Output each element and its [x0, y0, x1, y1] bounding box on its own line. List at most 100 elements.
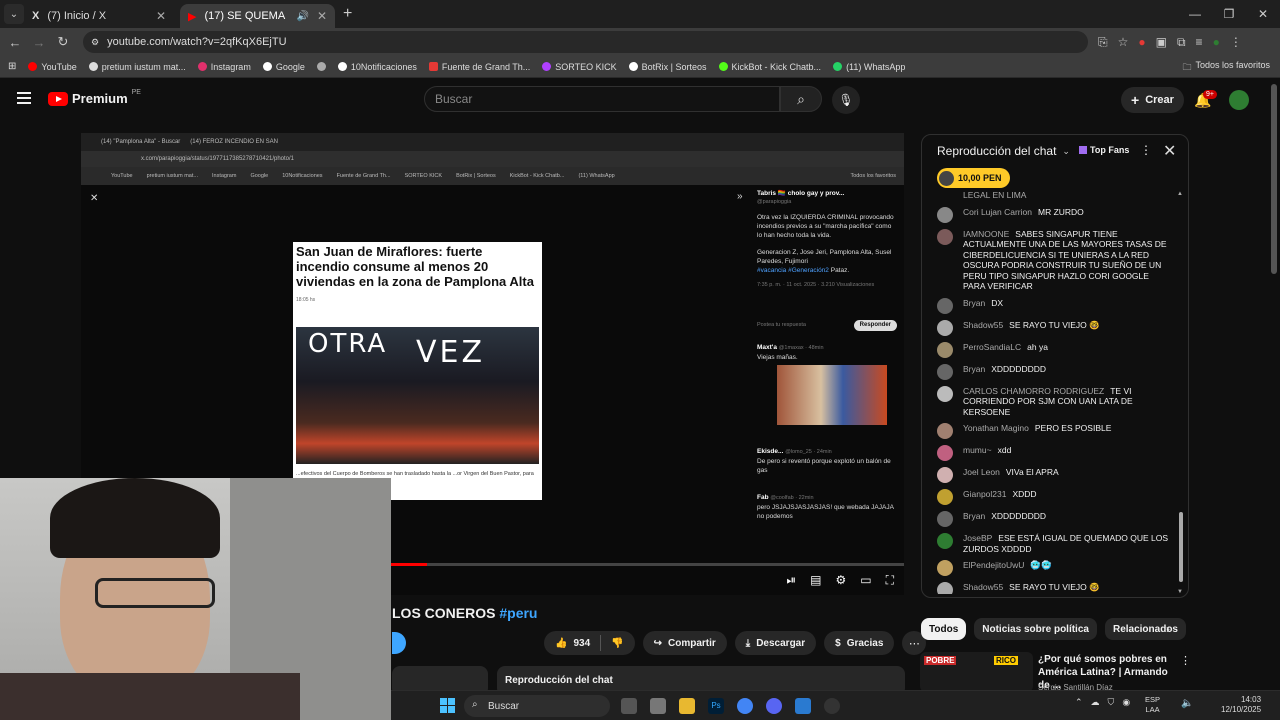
subtitles-icon[interactable]: ▤	[810, 573, 821, 588]
superchat-ticker[interactable]: 10,00 PEN	[937, 168, 1010, 188]
shield-icon[interactable]: ⛉	[1108, 697, 1115, 708]
browser-menu-icon[interactable]: ⋮	[1230, 35, 1242, 50]
bookmark-botrix[interactable]: BotRix | Sorteos	[628, 62, 707, 72]
chat-menu-icon[interactable]: ⋮	[1140, 143, 1152, 157]
language-indicator[interactable]: ESP LAA	[1145, 695, 1160, 715]
avatar[interactable]	[937, 489, 953, 505]
app-icon[interactable]	[795, 698, 811, 714]
autoplay-toggle-icon[interactable]: ⏯	[787, 573, 797, 588]
avatar[interactable]	[937, 385, 953, 402]
all-bookmarks-folder[interactable]: 🗀 Todos los favoritos	[1182, 60, 1270, 76]
profile-avatar-icon[interactable]: ●	[1213, 35, 1220, 50]
settings-gear-icon[interactable]: ⚙	[835, 573, 846, 588]
chat-author[interactable]: Yonathan Magino	[963, 423, 1029, 433]
bookmark-globe[interactable]	[316, 62, 326, 71]
bookmark-pretium[interactable]: pretium iustum mat...	[88, 62, 186, 72]
scroll-down-icon[interactable]: ▼	[1177, 589, 1183, 595]
search-button[interactable]: ⌕	[780, 86, 822, 112]
fullscreen-icon[interactable]: ⛶	[886, 573, 894, 588]
taskbar-search[interactable]: ⌕ Buscar	[464, 695, 610, 717]
close-chat-icon[interactable]: ✕	[1163, 141, 1176, 161]
bookmark-sorteo-kick[interactable]: SORTEO KICK	[542, 62, 617, 72]
app-icon[interactable]	[650, 698, 666, 714]
avatar[interactable]	[937, 511, 953, 527]
recommended-thumbnail[interactable]: POBRE RICO	[920, 652, 1033, 692]
more-options-icon[interactable]: ⋮	[1180, 654, 1191, 667]
share-button[interactable]: ↪ Compartir	[642, 631, 727, 655]
cloud-icon[interactable]: ☁	[1091, 697, 1100, 708]
photoshop-icon[interactable]: Ps	[708, 698, 724, 714]
chat-messages[interactable]: LEGAL EN LIMA Cori Lujan Carrion MR ZURDO…	[922, 192, 1184, 594]
chat-scroll-thumb[interactable]	[1179, 512, 1183, 582]
bookmark-10notificaciones[interactable]: 10Notificaciones	[337, 62, 417, 72]
chrome-icon[interactable]	[737, 698, 753, 714]
chat-author[interactable]: PerroSandiaLC	[963, 342, 1021, 352]
chat-author[interactable]: Bryan	[963, 298, 985, 308]
search-input[interactable]: Buscar	[424, 86, 780, 112]
reload-icon[interactable]: ↻	[51, 34, 75, 50]
install-app-icon[interactable]: ⎘	[1098, 35, 1108, 50]
chat-author[interactable]: mumu~	[963, 445, 992, 455]
volume-icon[interactable]: 🔈	[1181, 698, 1193, 709]
subscribe-button-edge[interactable]	[392, 632, 406, 654]
chip-related[interactable]: Relacionados	[1104, 618, 1186, 640]
discord-icon[interactable]	[766, 698, 782, 714]
video-progress-bar[interactable]	[391, 563, 904, 566]
chat-author[interactable]: Shadow55	[963, 582, 1003, 592]
page-scrollbar[interactable]	[1271, 84, 1277, 274]
maximize-icon[interactable]: ❐	[1212, 0, 1246, 28]
chat-author[interactable]: CARLOS CHAMORRO RODRIGUEZ	[963, 386, 1104, 396]
avatar[interactable]	[937, 467, 953, 483]
avatar[interactable]	[937, 297, 953, 314]
chat-author[interactable]: Joel Leon	[963, 467, 1000, 477]
close-window-icon[interactable]: ✕	[1246, 0, 1280, 28]
file-explorer-icon[interactable]	[679, 698, 695, 714]
youtube-logo[interactable]: Premium PE	[48, 89, 141, 106]
bookmark-star-icon[interactable]: ☆	[1118, 35, 1129, 50]
chevron-up-icon[interactable]: ⌃	[1075, 697, 1083, 708]
thumbs-down-icon[interactable]: 👎	[611, 638, 623, 649]
chat-author[interactable]: Cori Lujan Carrion	[963, 207, 1032, 217]
download-button[interactable]: ⤓ Descargar	[734, 631, 817, 655]
avatar[interactable]	[937, 363, 953, 380]
obs-icon[interactable]	[824, 698, 840, 714]
chevron-right-icon[interactable]: ›	[1166, 622, 1170, 636]
scroll-up-icon[interactable]: ▲	[1177, 191, 1183, 197]
thanks-button[interactable]: $ Gracias	[824, 631, 895, 655]
wifi-icon[interactable]: ◉	[1122, 697, 1130, 708]
back-icon[interactable]: ←	[3, 35, 27, 50]
bookmark-instagram[interactable]: Instagram	[197, 62, 251, 72]
top-fans-button[interactable]: Top Fans	[1079, 145, 1129, 155]
bookmark-gta[interactable]: Fuente de Grand Th...	[428, 62, 530, 72]
avatar[interactable]	[937, 423, 953, 439]
extensions-puzzle-icon[interactable]: ⧉	[1177, 35, 1186, 50]
tab-search-chevron-icon[interactable]: ⌄	[4, 4, 24, 24]
chat-author[interactable]: Bryan	[963, 511, 985, 521]
create-button[interactable]: + Crear	[1121, 87, 1184, 113]
new-tab-icon[interactable]: +	[343, 5, 352, 23]
bookmark-youtube[interactable]: YouTube	[28, 62, 77, 72]
forward-icon[interactable]: →	[27, 35, 51, 50]
minimize-icon[interactable]: —	[1178, 0, 1212, 28]
avatar[interactable]	[937, 228, 953, 245]
bookmark-kickbot[interactable]: KickBot - Kick Chatb...	[718, 62, 821, 72]
chat-author[interactable]: JoseBP	[963, 533, 992, 543]
reading-list-icon[interactable]: ≡	[1196, 35, 1203, 50]
tab-x-home[interactable]: X (7) Inicio / X ✕	[24, 4, 174, 28]
hashtag-link[interactable]: #peru	[499, 605, 537, 621]
apps-grid-icon[interactable]: ⊞	[8, 61, 16, 72]
chat-author[interactable]: Shadow55	[963, 320, 1003, 330]
url-field[interactable]: ⚙ youtube.com/watch?v=2qfKqX6EjTU	[83, 31, 1088, 53]
avatar[interactable]	[937, 341, 953, 358]
chat-author[interactable]: IAMNOONE	[963, 229, 1009, 239]
account-avatar[interactable]	[1229, 90, 1249, 110]
clock[interactable]: 14:03 12/10/2025	[1221, 695, 1261, 715]
close-tab-icon[interactable]: ✕	[156, 9, 166, 23]
audio-playing-icon[interactable]: 🔊	[296, 11, 308, 22]
task-view-icon[interactable]	[621, 698, 637, 714]
avatar[interactable]	[937, 206, 953, 223]
bookmark-google[interactable]: Google	[262, 62, 305, 72]
avatar[interactable]	[937, 445, 953, 461]
theater-mode-icon[interactable]: ▭	[860, 573, 871, 588]
hamburger-menu-icon[interactable]	[17, 92, 31, 104]
